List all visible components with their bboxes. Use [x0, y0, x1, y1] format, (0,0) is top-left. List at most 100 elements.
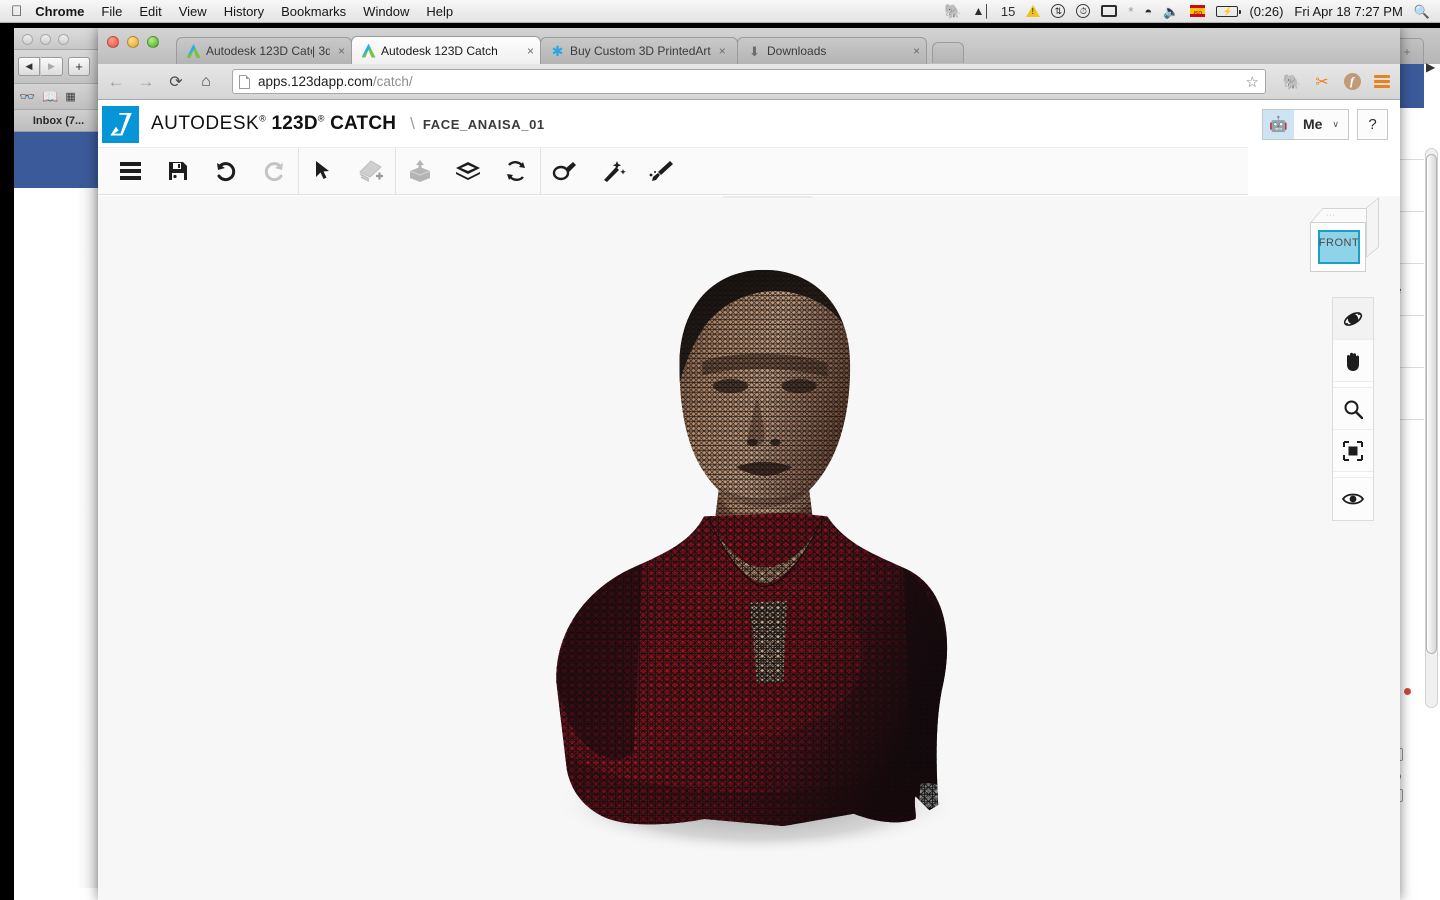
menu-bookmarks[interactable]: Bookmarks: [281, 4, 346, 19]
background-window-mail[interactable]: ◀ ▶ + 👓 📖 ▦ Inbox (7...: [14, 28, 104, 900]
orbit-tool[interactable]: [1333, 298, 1373, 340]
bluetooth-icon[interactable]: *: [1128, 5, 1133, 18]
close-tab-icon[interactable]: ×: [913, 44, 920, 58]
face-anaisa-3d-mesh[interactable]: [98, 196, 1400, 900]
export-cube-icon: [409, 160, 431, 182]
new-tab-button[interactable]: [932, 42, 964, 63]
brand-product-name: CATCH: [330, 113, 397, 134]
regenerate-button[interactable]: [492, 148, 540, 194]
chrome-menu-icon[interactable]: [1372, 75, 1392, 88]
hand-icon: [1347, 352, 1359, 371]
address-bar[interactable]: apps.123dapp.com /catch/ ☆: [232, 69, 1266, 94]
reload-icon[interactable]: ⟳: [166, 72, 186, 92]
account-label: Me: [1302, 116, 1323, 132]
navigation-toolbar: [1332, 297, 1374, 521]
menu-file[interactable]: File: [101, 4, 122, 19]
brand-product-number: 123D: [271, 113, 318, 134]
browser-tab-1[interactable]: Autodesk 123D Catch | 3d ×: [176, 37, 352, 64]
tab-title: Buy Custom 3D Printed: [570, 44, 696, 58]
menu-view[interactable]: View: [179, 4, 207, 19]
app-badge-icon[interactable]: ▲│: [972, 5, 990, 17]
apple-logo-icon[interactable]: : [11, 4, 22, 19]
minimize-window-button[interactable]: [127, 36, 139, 48]
display-icon[interactable]: [1101, 5, 1118, 17]
battery-icon[interactable]: ⚡: [1216, 5, 1242, 17]
menu-button[interactable]: [106, 148, 154, 194]
battery-time: (0:26): [1249, 3, 1284, 19]
bg-zoom-button[interactable]: [58, 34, 69, 45]
select-tool[interactable]: [299, 148, 347, 194]
back-icon[interactable]: ←: [106, 72, 126, 92]
forward-icon[interactable]: →: [136, 72, 156, 92]
bg-forward-button[interactable]: ▶: [41, 57, 63, 76]
scissors-icon[interactable]: ✂: [1312, 72, 1332, 92]
app-header: AUTODESK® 123D® CATCH \ FACE_ANAISA_01 🤖…: [98, 101, 1400, 147]
model-cap-fragment: [721, 196, 814, 198]
bg-back-button[interactable]: ◀: [18, 57, 40, 76]
autodesk-logo-icon[interactable]: [102, 105, 139, 143]
close-tab-icon[interactable]: ×: [719, 44, 726, 58]
search-icon[interactable]: 🔍: [1414, 5, 1430, 18]
browser-tab-3[interactable]: ✱ Buy Custom 3D Printed Art ×: [540, 37, 738, 64]
magnifier-icon: [1344, 400, 1363, 419]
book-icon[interactable]: 📖: [42, 89, 58, 105]
menu-chrome[interactable]: Chrome: [35, 4, 84, 19]
avatar: 🤖: [1262, 109, 1294, 139]
glasses-icon[interactable]: 👓: [19, 89, 35, 105]
save-button[interactable]: [154, 148, 202, 194]
close-window-button[interactable]: [107, 36, 119, 48]
fastmail-f-icon[interactable]: f: [1342, 73, 1362, 90]
undo-arrow-icon: [217, 162, 236, 182]
eye-icon: [1342, 493, 1364, 505]
chrome-browser-window: Autodesk 123D Catch | 3d × Autodesk 123D…: [98, 28, 1400, 900]
home-icon[interactable]: ⌂: [196, 73, 216, 91]
floppy-disk-icon: [169, 162, 187, 180]
mesh-layers-button[interactable]: [444, 148, 492, 194]
evernote-elephant-icon[interactable]: 🐘: [944, 4, 961, 18]
account-menu-button[interactable]: 🤖 Me ∨: [1261, 108, 1349, 140]
lasso-select-tool[interactable]: [541, 148, 589, 194]
scrollbar-thumb[interactable]: [1426, 154, 1437, 654]
bg-mail-toolbar: ◀ ▶ +: [14, 50, 103, 84]
menu-help[interactable]: Help: [426, 4, 453, 19]
star-favicon: ✱: [551, 43, 564, 59]
visibility-tool[interactable]: [1333, 478, 1373, 520]
view-cube-side-face[interactable]: [1366, 197, 1379, 258]
url-host: apps.123dapp.com: [258, 74, 373, 89]
clock-circle-icon[interactable]: ⏱: [1076, 4, 1091, 18]
menu-history[interactable]: History: [224, 4, 264, 19]
pan-tool[interactable]: [1333, 340, 1373, 382]
fit-view-tool[interactable]: [1333, 430, 1373, 472]
menu-window[interactable]: Window: [363, 4, 409, 19]
input-source-flag-icon[interactable]: ISO: [1190, 5, 1206, 17]
wifi-icon[interactable]: ◓: [1144, 5, 1152, 18]
magic-wand-tool[interactable]: [589, 148, 637, 194]
help-button[interactable]: ?: [1357, 108, 1388, 140]
bookmark-star-icon[interactable]: ☆: [1246, 73, 1259, 91]
browser-tab-2[interactable]: Autodesk 123D Catch ×: [351, 36, 541, 64]
close-tab-icon[interactable]: ×: [527, 44, 534, 58]
orbit-icon: [1343, 311, 1363, 326]
clean-brush-tool[interactable]: [637, 148, 685, 194]
evernote-clipper-icon[interactable]: 🐘: [1282, 73, 1302, 91]
zoom-tool[interactable]: [1333, 388, 1373, 430]
bg-add-button[interactable]: +: [68, 57, 90, 76]
brush-icon: [649, 161, 673, 181]
browser-tab-4[interactable]: ⬇ Downloads ×: [737, 37, 927, 64]
sync-circle-icon[interactable]: ⇅: [1051, 4, 1066, 18]
view-cube[interactable]: ··· FRONT: [1304, 197, 1382, 279]
3d-viewport[interactable]: ··· FRONT: [98, 196, 1400, 900]
close-tab-icon[interactable]: ×: [338, 44, 345, 58]
bg-minimize-button[interactable]: [40, 34, 51, 45]
layers-diamond-icon: [456, 162, 480, 180]
grid-icon[interactable]: ▦: [65, 90, 75, 103]
bg-selected-row[interactable]: [14, 132, 103, 188]
volume-icon[interactable]: 🔈: [1163, 5, 1179, 18]
view-cube-label: FRONT: [1318, 237, 1360, 249]
maximize-window-button[interactable]: [147, 36, 159, 48]
menu-edit[interactable]: Edit: [139, 4, 161, 19]
clock-datetime[interactable]: Fri Apr 18 7:27 PM: [1294, 4, 1402, 19]
undo-button[interactable]: [202, 148, 250, 194]
bg-close-button[interactable]: [22, 34, 33, 45]
warning-triangle-icon[interactable]: [1026, 5, 1041, 17]
